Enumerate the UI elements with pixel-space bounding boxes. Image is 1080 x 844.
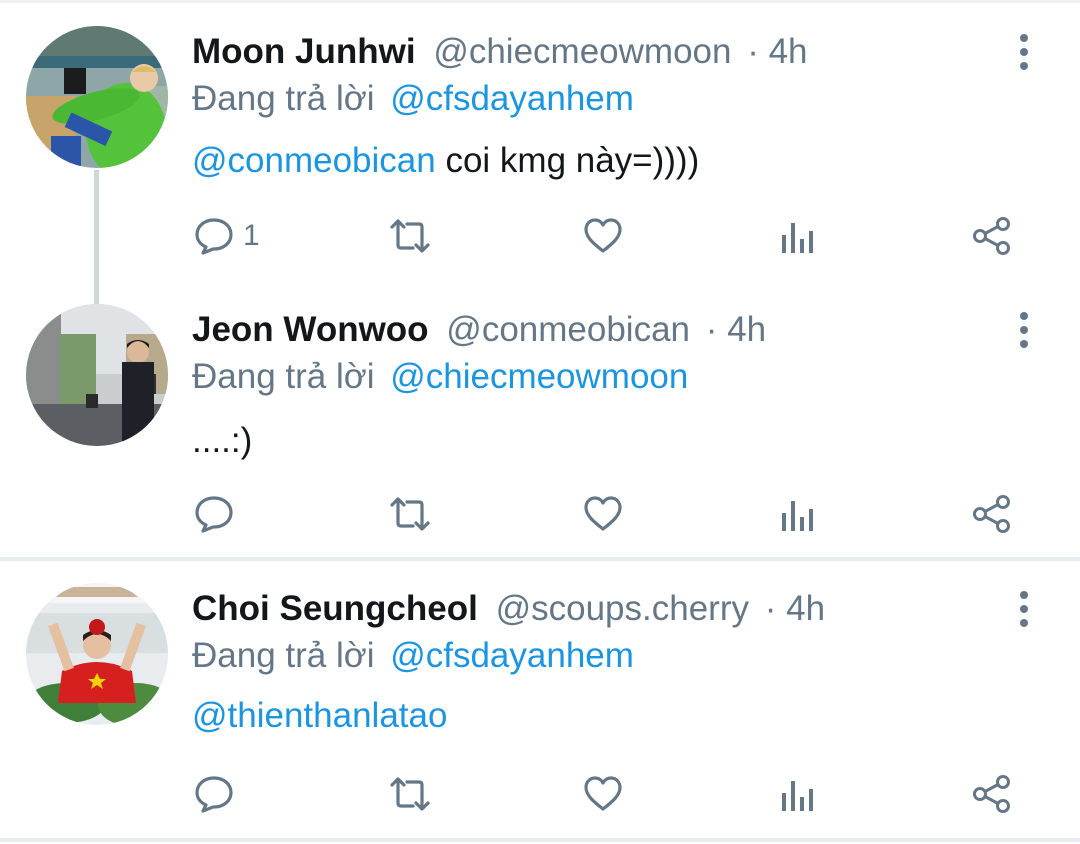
retweet-button[interactable] — [386, 212, 434, 260]
analytics-icon — [778, 493, 818, 535]
retweet-button[interactable] — [386, 770, 434, 818]
replying-to-line: Đang trả lời @cfsdayanhem — [192, 77, 634, 121]
analytics-button[interactable] — [778, 212, 818, 260]
timestamp[interactable]: · 4h — [747, 32, 807, 71]
more-options-icon[interactable] — [1012, 587, 1036, 631]
reply-count: 1 — [243, 219, 260, 252]
reply-button[interactable] — [193, 490, 235, 538]
display-name[interactable]: Jeon Wonwoo — [192, 310, 429, 349]
replying-to-line: Đang trả lời @cfsdayanhem — [192, 634, 634, 678]
tweet-header: Jeon Wonwoo @conmeobican · 4h — [192, 308, 766, 352]
heart-icon — [582, 215, 624, 257]
tweet-jeon-wonwoo[interactable]: Jeon Wonwoo @conmeobican · 4h Đang trả l… — [0, 290, 1080, 558]
replying-to-mention[interactable]: @cfsdayanhem — [390, 636, 634, 675]
replying-to-label: Đang trả lời — [192, 357, 375, 396]
like-button[interactable] — [582, 490, 624, 538]
retweet-button[interactable] — [386, 490, 434, 538]
reply-icon — [193, 493, 235, 535]
tweet-choi-seungcheol[interactable]: Choi Seungcheol @scoups.cherry · 4h Đang… — [0, 561, 1080, 839]
share-button[interactable] — [970, 212, 1014, 260]
more-options-icon[interactable] — [1012, 30, 1036, 74]
user-handle[interactable]: @scoups.cherry — [496, 589, 749, 628]
analytics-button[interactable] — [778, 490, 818, 538]
avatar[interactable] — [26, 583, 168, 725]
timestamp[interactable]: · 4h — [765, 589, 825, 628]
analytics-button[interactable] — [778, 770, 818, 818]
share-button[interactable] — [970, 490, 1014, 538]
avatar[interactable] — [26, 304, 168, 446]
action-bar: 1 — [0, 212, 1080, 260]
share-button[interactable] — [970, 770, 1014, 818]
heart-icon — [582, 773, 624, 815]
tweet-header: Choi Seungcheol @scoups.cherry · 4h — [192, 587, 825, 631]
analytics-icon — [778, 773, 818, 815]
reply-button[interactable]: 1 — [193, 212, 260, 260]
tweet-body: ....:) — [192, 421, 253, 460]
action-bar — [0, 770, 1080, 818]
avatar[interactable] — [26, 26, 168, 168]
user-handle[interactable]: @chiecmeowmoon — [433, 32, 731, 71]
retweet-icon — [386, 493, 434, 535]
reply-button[interactable] — [193, 770, 235, 818]
share-icon — [970, 214, 1014, 258]
tweet-divider — [0, 838, 1080, 842]
tweet-body: coi kmg này=)))) — [435, 141, 700, 180]
like-button[interactable] — [582, 212, 624, 260]
tweet-text: @conmeobican coi kmg này=)))) — [192, 138, 699, 184]
heart-icon — [582, 493, 624, 535]
reply-icon — [193, 215, 235, 257]
share-icon — [970, 772, 1014, 816]
reply-icon — [193, 773, 235, 815]
timestamp[interactable]: · 4h — [706, 310, 766, 349]
display-name[interactable]: Moon Junhwi — [192, 32, 416, 71]
analytics-icon — [778, 215, 818, 257]
more-options-icon[interactable] — [1012, 308, 1036, 352]
tweet-text: ....:) — [192, 418, 252, 464]
replying-to-label: Đang trả lời — [192, 636, 375, 675]
action-bar — [0, 490, 1080, 538]
replying-to-line: Đang trả lời @chiecmeowmoon — [192, 355, 688, 399]
tweet-text: @thienthanlatao — [192, 693, 447, 739]
retweet-icon — [386, 773, 434, 815]
tweet-moon-junhwi[interactable]: Moon Junhwi @chiecmeowmoon · 4h Đang trả… — [0, 0, 1080, 290]
tweet-header: Moon Junhwi @chiecmeowmoon · 4h — [192, 30, 808, 74]
replying-to-mention[interactable]: @chiecmeowmoon — [390, 357, 688, 396]
retweet-icon — [386, 215, 434, 257]
like-button[interactable] — [582, 770, 624, 818]
user-handle[interactable]: @conmeobican — [446, 310, 690, 349]
tweet-mention[interactable]: @conmeobican — [192, 141, 436, 180]
replying-to-label: Đang trả lời — [192, 79, 375, 118]
share-icon — [970, 492, 1014, 536]
display-name[interactable]: Choi Seungcheol — [192, 589, 478, 628]
replying-to-mention[interactable]: @cfsdayanhem — [390, 79, 634, 118]
tweet-mention[interactable]: @thienthanlatao — [192, 696, 447, 735]
